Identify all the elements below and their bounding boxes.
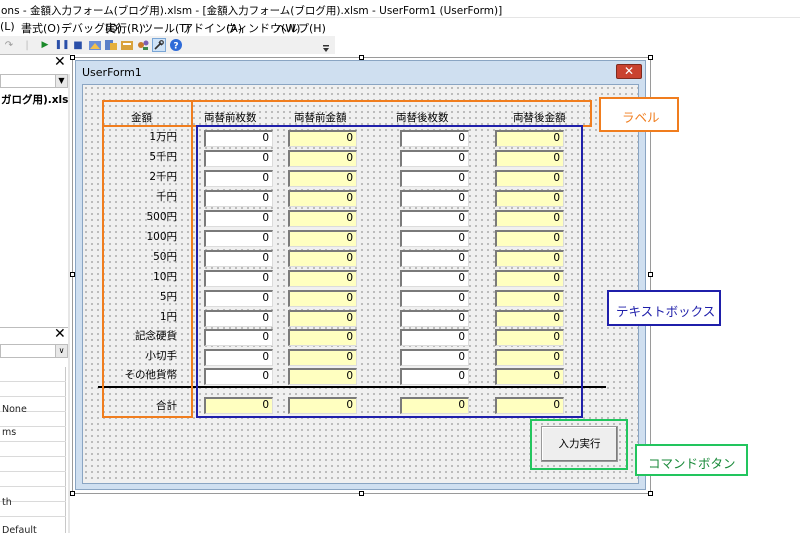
toolbox-icon[interactable]: [152, 38, 166, 52]
property-value[interactable]: None: [2, 404, 27, 415]
properties-grid: None ms th Default: [0, 367, 66, 533]
toolbar-overflow-icon[interactable]: [323, 45, 329, 53]
resize-handle[interactable]: [648, 272, 653, 277]
property-row-divider: [0, 471, 66, 472]
textbox-callout: テキストボックス: [607, 290, 721, 326]
userform-caption: UserForm1: [82, 66, 142, 79]
help-icon[interactable]: ?: [169, 38, 183, 52]
toolbar-separator: |: [25, 39, 29, 51]
property-row-divider: [0, 441, 66, 442]
resize-handle[interactable]: [648, 491, 653, 496]
property-row-divider: [0, 456, 66, 457]
userform-close-icon[interactable]: ✕: [616, 64, 642, 79]
project-combo[interactable]: ▼: [0, 74, 68, 88]
property-value[interactable]: th: [2, 497, 12, 508]
menu-item-help[interactable]: ヘルプ(H): [276, 20, 326, 36]
command-callout: コマンドボタン: [635, 444, 748, 476]
textbox-callout-text: テキストボックス: [616, 304, 716, 319]
menu-item-view[interactable]: (L): [0, 20, 15, 33]
textbox-highlight: [196, 125, 583, 418]
label-column-highlight: [102, 100, 193, 418]
property-value[interactable]: ms: [2, 427, 16, 438]
resize-handle[interactable]: [359, 491, 364, 496]
properties-object-combo[interactable]: ∨: [0, 344, 68, 358]
command-callout-text: コマンドボタン: [648, 456, 736, 471]
property-value[interactable]: Default: [2, 525, 37, 533]
command-button-highlight: [530, 419, 628, 470]
label-callout: ラベル: [599, 97, 679, 132]
chevron-down-icon[interactable]: ∨: [55, 345, 67, 357]
svg-text:?: ?: [173, 42, 178, 52]
properties-pane-close-icon[interactable]: ✕: [54, 326, 66, 342]
run-icon[interactable]: ▶: [38, 38, 52, 52]
property-row-divider: [0, 396, 66, 397]
menu-item-run[interactable]: 実行(R): [105, 20, 143, 36]
property-row-divider: [0, 381, 66, 382]
resize-handle[interactable]: [648, 55, 653, 60]
project-explorer-icon[interactable]: [104, 38, 118, 52]
chevron-down-icon[interactable]: ▼: [55, 75, 67, 87]
project-pane-close-icon[interactable]: ✕: [54, 54, 66, 70]
label-callout-text: ラベル: [622, 110, 660, 125]
menu-item-format[interactable]: 書式(O): [21, 20, 60, 36]
property-row-divider: [0, 516, 66, 517]
reset-icon[interactable]: ■: [71, 38, 85, 52]
menu-bar: (L) 書式(O) デバッグ(D) 実行(R) ツール(T) アドイン(A) ウ…: [0, 18, 800, 36]
property-row-divider: [0, 486, 66, 487]
title-bar: ons - 金額入力フォーム(ブログ用).xlsm - [金額入力フォーム(ブロ…: [0, 0, 800, 18]
window-title: ons - 金額入力フォーム(ブログ用).xlsm - [金額入力フォーム(ブロ…: [1, 5, 503, 17]
properties-icon[interactable]: [120, 38, 134, 52]
redo-icon[interactable]: ↷: [2, 38, 16, 52]
vba-editor-window: ons - 金額入力フォーム(ブログ用).xlsm - [金額入力フォーム(ブロ…: [0, 0, 800, 533]
object-browser-icon[interactable]: [136, 38, 150, 52]
resize-handle[interactable]: [70, 491, 75, 496]
break-icon[interactable]: ❚❚: [54, 38, 69, 52]
design-mode-icon[interactable]: [88, 38, 102, 52]
